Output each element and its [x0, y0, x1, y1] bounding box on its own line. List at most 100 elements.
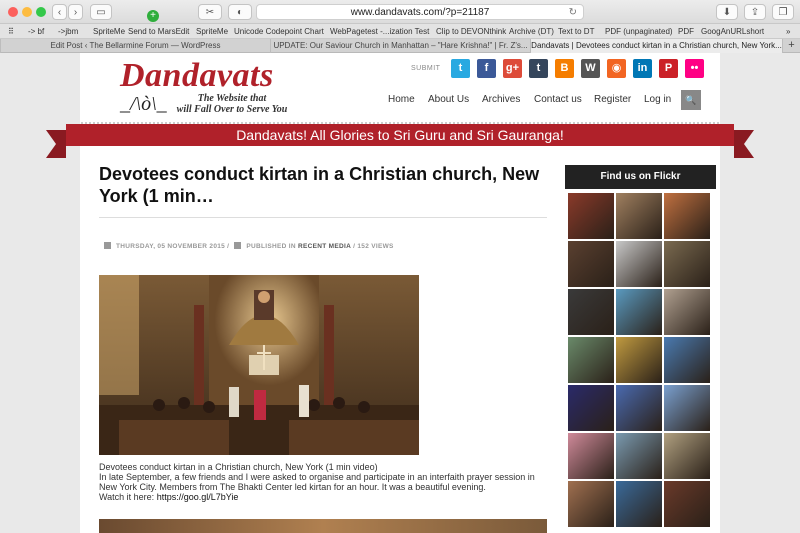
more-bookmarks-icon[interactable]: »: [786, 27, 790, 36]
zoom-window-button[interactable]: [36, 7, 46, 17]
slogan-ribbon: Dandavats! All Glories to Sri Guru and S…: [66, 124, 734, 146]
flickr-thumbnail[interactable]: [568, 289, 614, 335]
wordpress-icon[interactable]: W: [581, 59, 600, 78]
bookmark-item[interactable]: ->jbm: [58, 27, 78, 36]
post-paragraph: In late September, a few friends and I w…: [99, 472, 535, 492]
bookmark-item[interactable]: SpriteMe: [93, 27, 125, 36]
reload-icon[interactable]: ↻: [569, 5, 577, 20]
linkedin-icon[interactable]: in: [633, 59, 652, 78]
watch-line: Watch it here: https://goo.gl/L7bYie: [99, 492, 547, 502]
nav-contact-us[interactable]: Contact us: [534, 94, 582, 105]
extension-button[interactable]: ✂: [198, 4, 222, 20]
tabs-overview-button[interactable]: ❐: [772, 4, 794, 20]
flickr-thumbnail[interactable]: [664, 193, 710, 239]
pinterest-icon[interactable]: P: [659, 59, 678, 78]
flickr-thumbnail[interactable]: [568, 241, 614, 287]
google-plus-icon[interactable]: g+: [503, 59, 522, 78]
post-category[interactable]: RECENT MEDIA: [298, 243, 351, 250]
facebook-icon[interactable]: f: [477, 59, 496, 78]
share-button[interactable]: ⇪: [744, 4, 766, 20]
extension-icon: ◐: [236, 6, 244, 18]
nav-log-in[interactable]: Log in: [644, 94, 671, 105]
submit-label[interactable]: SUBMIT: [411, 65, 440, 72]
bookmark-item[interactable]: Unicode Codepoint Chart: [234, 27, 324, 36]
add-bookmark-icon: +: [147, 10, 159, 22]
nav-register[interactable]: Register: [594, 94, 631, 105]
flickr-gallery: [568, 193, 715, 533]
tumblr-icon[interactable]: t: [529, 59, 548, 78]
site-logo[interactable]: Dandavats: [120, 57, 274, 95]
nav-home[interactable]: Home: [388, 94, 415, 105]
flickr-thumbnail[interactable]: [568, 385, 614, 431]
tab-dandavats[interactable]: Dandavats | Devotees conduct kirtan in a…: [530, 39, 782, 53]
flickr-thumbnail[interactable]: [616, 193, 662, 239]
scissors-icon: ✂: [205, 6, 215, 18]
flickr-thumbnail[interactable]: [568, 337, 614, 383]
address-bar[interactable]: www.dandavats.com/?p=21187 ↻: [256, 4, 584, 20]
url-text: www.dandavats.com/?p=21187: [350, 7, 490, 18]
forward-button[interactable]: ›: [68, 4, 83, 20]
blogger-icon[interactable]: B: [555, 59, 574, 78]
flickr-thumbnail[interactable]: [664, 481, 710, 527]
nav-archives[interactable]: Archives: [482, 94, 520, 105]
bookmark-item[interactable]: SpriteMe: [196, 27, 228, 36]
bookmark-item[interactable]: Archive (DT): [509, 27, 554, 36]
search-button[interactable]: 🔍: [681, 90, 701, 110]
flickr-thumbnail[interactable]: [616, 289, 662, 335]
browser-toolbar: ‹ › ▭ + ✂ ◐ www.dandavats.com/?p=21187 ↻…: [0, 0, 800, 24]
bookmark-item[interactable]: -> bf: [28, 27, 44, 36]
flickr-thumbnail[interactable]: [568, 193, 614, 239]
post-image[interactable]: [99, 275, 419, 455]
bookmark-item[interactable]: Clip to DEVONthink: [436, 27, 506, 36]
post-date: THURSDAY, 05 NOVEMBER 2015: [116, 243, 226, 250]
post-image-2[interactable]: [99, 519, 547, 533]
logo-mark: _/\ò\_: [120, 93, 167, 115]
bookmark-item[interactable]: PDF: [678, 27, 694, 36]
back-button[interactable]: ‹: [52, 4, 67, 20]
bookmark-item[interactable]: GoogAnURLshort: [701, 27, 764, 36]
new-tab-button[interactable]: +: [782, 39, 800, 53]
flickr-thumbnail[interactable]: [664, 385, 710, 431]
twitter-icon[interactable]: t: [451, 59, 470, 78]
extension-button-2[interactable]: ◐: [228, 4, 252, 20]
flickr-thumbnail[interactable]: [664, 241, 710, 287]
flickr-thumbnail[interactable]: [568, 433, 614, 479]
flickr-thumbnail[interactable]: [616, 337, 662, 383]
bookmark-item[interactable]: Send to MarsEdit: [128, 27, 189, 36]
flickr-thumbnail[interactable]: [616, 433, 662, 479]
ribbon-tail-left: [46, 130, 66, 158]
site-tagline: The Website that will Fall Over to Serve…: [172, 93, 292, 115]
downloads-button[interactable]: ⬇: [716, 4, 738, 20]
flickr-icon[interactable]: ••: [685, 59, 704, 78]
sidebar-toggle-button[interactable]: ▭: [90, 4, 112, 20]
tagline-line: The Website that: [197, 93, 267, 104]
flickr-thumbnail[interactable]: [616, 385, 662, 431]
flickr-thumbnail[interactable]: [616, 241, 662, 287]
watch-prefix: Watch it here:: [99, 492, 155, 502]
sidebar-icon: ▭: [96, 6, 106, 18]
rss-icon[interactable]: ◉: [607, 59, 626, 78]
close-window-button[interactable]: [8, 7, 18, 17]
tab-edit-post[interactable]: Edit Post ‹ The Bellarmine Forum — WordP…: [0, 39, 270, 53]
tab-label: Edit Post ‹ The Bellarmine Forum — WordP…: [50, 41, 221, 50]
bookmark-item[interactable]: Text to DT: [558, 27, 594, 36]
post-body: Devotees conduct kirtan in a Christian c…: [99, 462, 547, 502]
folder-icon: [234, 242, 242, 249]
download-icon: ⬇: [722, 6, 732, 18]
bookmark-item[interactable]: PDF (unpaginated): [605, 27, 673, 36]
flickr-thumbnail[interactable]: [664, 433, 710, 479]
church-photo: [99, 275, 419, 455]
flickr-thumbnail[interactable]: [664, 337, 710, 383]
tab-update-church[interactable]: UPDATE: Our Saviour Church in Manhattan …: [270, 39, 530, 53]
grid-icon[interactable]: ⠿: [8, 27, 14, 36]
post-meta: THURSDAY, 05 NOVEMBER 2015 / PUBLISHED I…: [104, 242, 394, 250]
flickr-thumbnail[interactable]: [568, 481, 614, 527]
nav-about-us[interactable]: About Us: [428, 94, 469, 105]
minimize-window-button[interactable]: [22, 7, 32, 17]
bookmark-item[interactable]: WebPagetest -...ization Test: [330, 27, 429, 36]
video-link[interactable]: https://goo.gl/L7bYie: [157, 492, 239, 502]
site-header: Dandavats _/\ò\_ The Website that will F…: [80, 53, 720, 121]
flickr-thumbnail[interactable]: [616, 481, 662, 527]
flickr-thumbnail[interactable]: [664, 289, 710, 335]
video-caption: Devotees conduct kirtan in a Christian c…: [99, 462, 378, 472]
